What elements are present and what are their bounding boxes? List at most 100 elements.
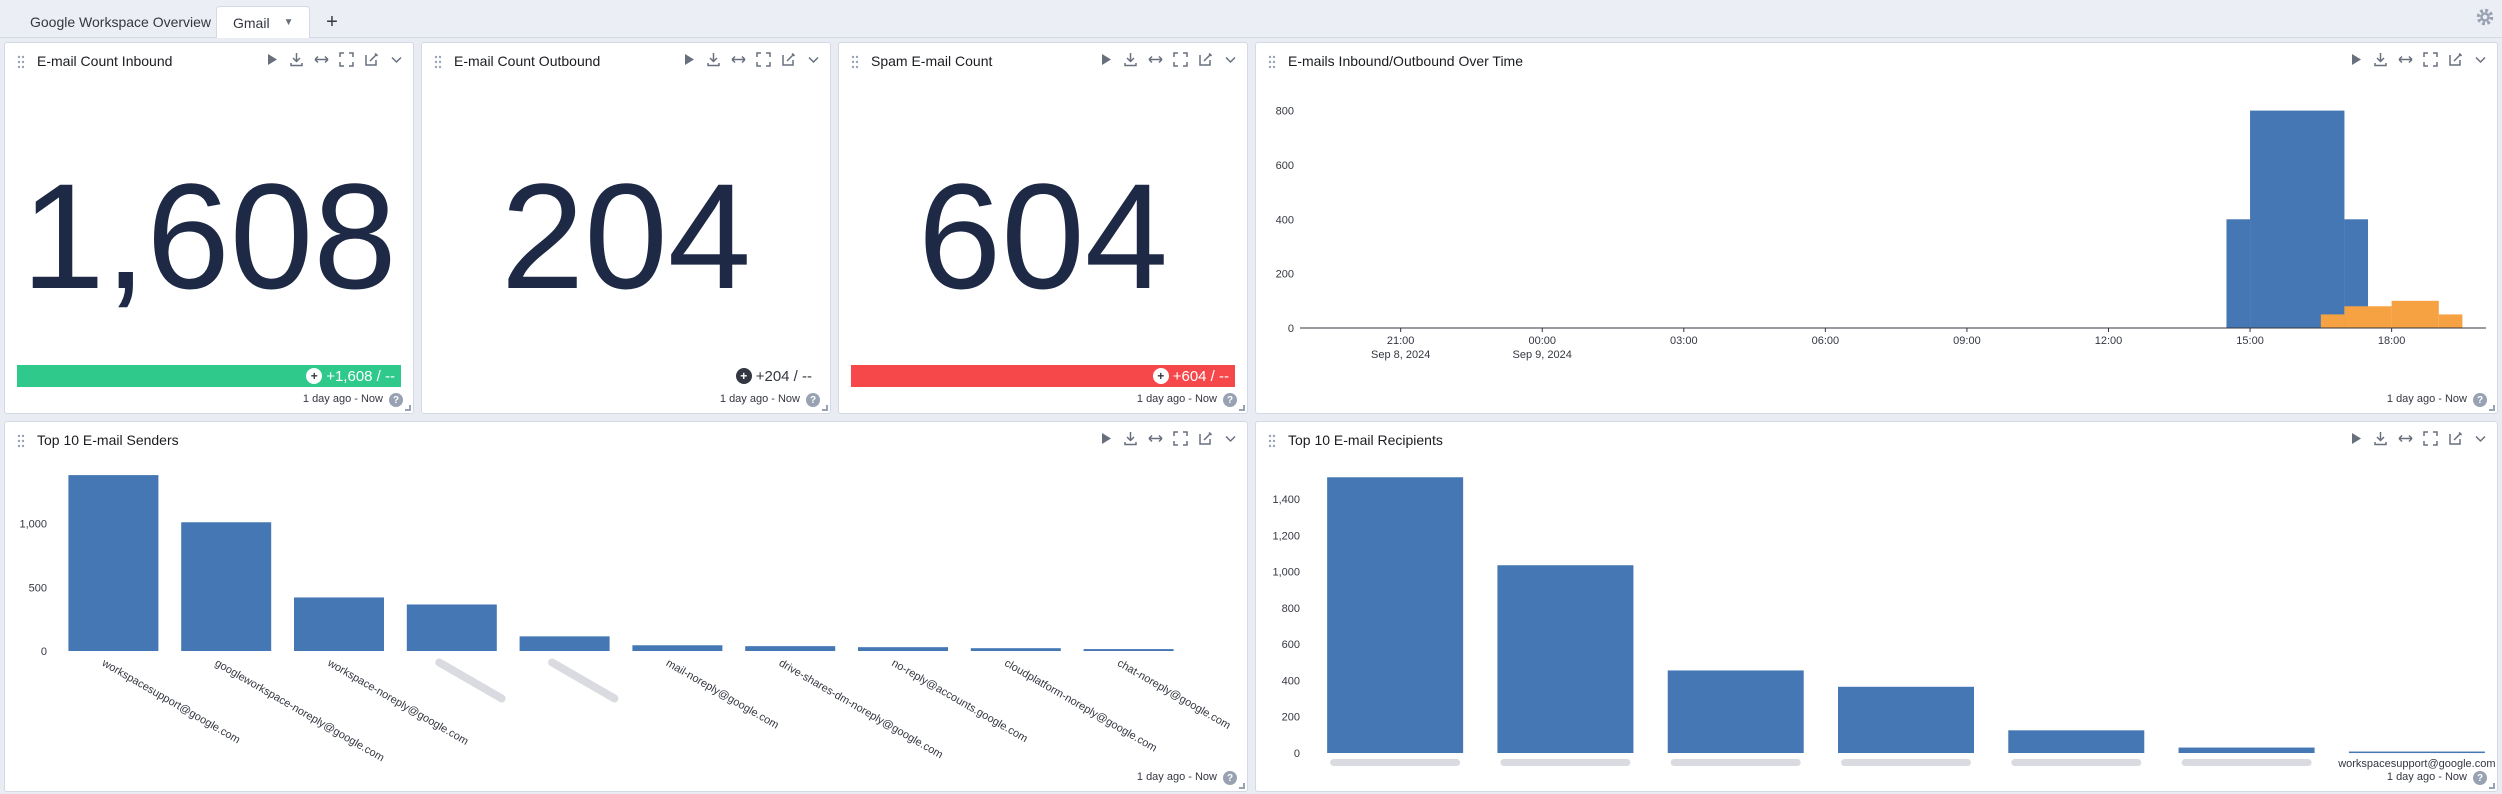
redacted-label bbox=[1670, 759, 1801, 766]
x-tick-label: 12:00 bbox=[2095, 335, 2123, 347]
bar[interactable] bbox=[632, 645, 723, 651]
help-icon[interactable]: ? bbox=[2473, 393, 2487, 407]
chevron-down-icon[interactable]: ▼ bbox=[284, 17, 294, 28]
metric-value: 1,608 bbox=[21, 152, 397, 320]
outbound-area-segment[interactable] bbox=[2391, 300, 2439, 328]
play-icon[interactable] bbox=[263, 51, 280, 68]
drag-handle-icon[interactable] bbox=[851, 55, 859, 69]
bar[interactable] bbox=[858, 647, 948, 651]
edit-icon[interactable] bbox=[363, 51, 380, 68]
bar[interactable] bbox=[1667, 670, 1804, 753]
download-icon[interactable] bbox=[1122, 51, 1139, 68]
plus-circle-icon: + bbox=[1152, 368, 1169, 384]
panel-toolbar bbox=[680, 51, 822, 68]
redacted-label bbox=[1841, 759, 1971, 766]
fullscreen-icon[interactable] bbox=[338, 51, 355, 68]
x-tick-label: 00:00 bbox=[1528, 335, 1556, 347]
panel-toolbar bbox=[1097, 51, 1239, 68]
bar[interactable] bbox=[745, 646, 836, 651]
bar[interactable] bbox=[181, 522, 272, 651]
edit-icon[interactable] bbox=[1197, 51, 1214, 68]
y-tick-label: 1,200 bbox=[1272, 530, 1300, 542]
y-tick-label: 200 bbox=[1282, 712, 1300, 724]
senders-bar-chart[interactable]: 05001,000workspacesupport@google.comgoog… bbox=[5, 422, 1248, 792]
bar[interactable] bbox=[2348, 751, 2485, 754]
time-series-chart[interactable]: 0 200 400 600 800 21:00 Sep 8, 2024 00:00 Sep 9,… bbox=[1256, 43, 2498, 383]
time-range-label[interactable]: 1 day ago - Now bbox=[303, 393, 383, 405]
inbound-area-segment[interactable] bbox=[2226, 219, 2251, 328]
bar[interactable] bbox=[1497, 565, 1634, 753]
x-tick-label: 15:00 bbox=[2236, 335, 2264, 347]
expand-horizontal-icon[interactable] bbox=[730, 51, 747, 68]
bar[interactable] bbox=[1838, 686, 1974, 753]
x-tick-sublabel: Sep 9, 2024 bbox=[1513, 349, 1572, 361]
panel-header: E-mail Count Outbound bbox=[422, 43, 830, 79]
resize-handle-icon[interactable] bbox=[2489, 405, 2495, 411]
add-tab-button[interactable]: + bbox=[322, 8, 342, 36]
panel-title: E-mail Count Outbound bbox=[454, 53, 601, 69]
drag-handle-icon[interactable] bbox=[17, 55, 25, 69]
outbound-area-segment[interactable] bbox=[2344, 306, 2392, 328]
time-range-label[interactable]: 1 day ago - Now bbox=[2387, 771, 2467, 783]
drag-handle-icon[interactable] bbox=[434, 55, 442, 69]
help-icon[interactable]: ? bbox=[2473, 771, 2487, 785]
help-icon[interactable]: ? bbox=[1223, 771, 1237, 785]
download-icon[interactable] bbox=[288, 51, 305, 68]
legend-item-outbound[interactable]: outbound bbox=[1850, 411, 1923, 413]
bar[interactable] bbox=[519, 636, 610, 651]
resize-handle-icon[interactable] bbox=[2489, 783, 2495, 789]
y-tick-label: 600 bbox=[1282, 639, 1300, 651]
chevron-down-icon[interactable] bbox=[388, 51, 405, 68]
chevron-down-icon[interactable] bbox=[805, 51, 822, 68]
trend-value: +1,608 / -- bbox=[326, 367, 395, 385]
edit-icon[interactable] bbox=[780, 51, 797, 68]
help-icon[interactable]: ? bbox=[389, 393, 403, 407]
bar[interactable] bbox=[406, 604, 497, 651]
outbound-area-segment[interactable] bbox=[2320, 314, 2345, 328]
gear-icon[interactable] bbox=[2474, 6, 2496, 28]
time-range-label[interactable]: 1 day ago - Now bbox=[720, 393, 800, 405]
fullscreen-icon[interactable] bbox=[1172, 51, 1189, 68]
tab-gmail[interactable]: Gmail ▼ bbox=[216, 6, 311, 38]
redacted-label bbox=[2181, 759, 2312, 766]
bar[interactable] bbox=[970, 648, 1061, 651]
chevron-down-icon[interactable] bbox=[1222, 51, 1239, 68]
fullscreen-icon[interactable] bbox=[755, 51, 772, 68]
x-tick-label: 21:00 bbox=[1387, 335, 1415, 347]
bar[interactable] bbox=[68, 475, 159, 651]
resize-handle-icon[interactable] bbox=[1239, 783, 1245, 789]
resize-handle-icon[interactable] bbox=[1239, 405, 1245, 411]
y-tick-label: 400 bbox=[1282, 675, 1300, 687]
panel-top-recipients: Top 10 E-mail Recipients 0 200 400 600 800 1,… bbox=[1255, 421, 2498, 792]
x-tick-label: 06:00 bbox=[1812, 335, 1840, 347]
bar[interactable] bbox=[2008, 730, 2145, 753]
play-icon[interactable] bbox=[1097, 51, 1114, 68]
legend-item-inbound[interactable]: inbound bbox=[1270, 411, 1335, 413]
plus-circle-icon: + bbox=[735, 368, 752, 384]
outbound-area-segment[interactable] bbox=[2438, 314, 2463, 328]
bar[interactable] bbox=[294, 597, 384, 651]
time-range-label[interactable]: 1 day ago - Now bbox=[1137, 771, 1217, 783]
time-range-label[interactable]: 1 day ago - Now bbox=[2387, 393, 2467, 405]
download-icon[interactable] bbox=[705, 51, 722, 68]
bar[interactable] bbox=[1083, 649, 1174, 651]
play-icon[interactable] bbox=[680, 51, 697, 68]
bar[interactable] bbox=[1327, 477, 1464, 753]
help-icon[interactable]: ? bbox=[806, 393, 820, 407]
resize-handle-icon[interactable] bbox=[405, 405, 411, 411]
inbound-area-segment[interactable] bbox=[2250, 110, 2345, 329]
trend-bar: + +1,608 / -- bbox=[17, 365, 401, 387]
panel-top-senders: Top 10 E-mail Senders 0 500 1,000 workspace… bbox=[4, 421, 1248, 792]
tab-label: Gmail bbox=[233, 14, 270, 31]
time-range-label[interactable]: 1 day ago - Now bbox=[1137, 393, 1217, 405]
y-tick-label: 800 bbox=[1276, 106, 1294, 118]
resize-handle-icon[interactable] bbox=[822, 405, 828, 411]
expand-horizontal-icon[interactable] bbox=[1147, 51, 1164, 68]
recipients-bar-chart[interactable]: 0 200 400 600 800 1,000 1,200 1,400 workspacesup… bbox=[1256, 422, 2498, 792]
x-category-label: chat-noreply@google.com bbox=[1115, 657, 1232, 732]
help-icon[interactable]: ? bbox=[1223, 393, 1237, 407]
tab-google-workspace-overview[interactable]: Google Workspace Overview bbox=[14, 6, 227, 38]
expand-horizontal-icon[interactable] bbox=[313, 51, 330, 68]
panel-title: Spam E-mail Count bbox=[871, 53, 993, 69]
bar[interactable] bbox=[2178, 747, 2315, 753]
